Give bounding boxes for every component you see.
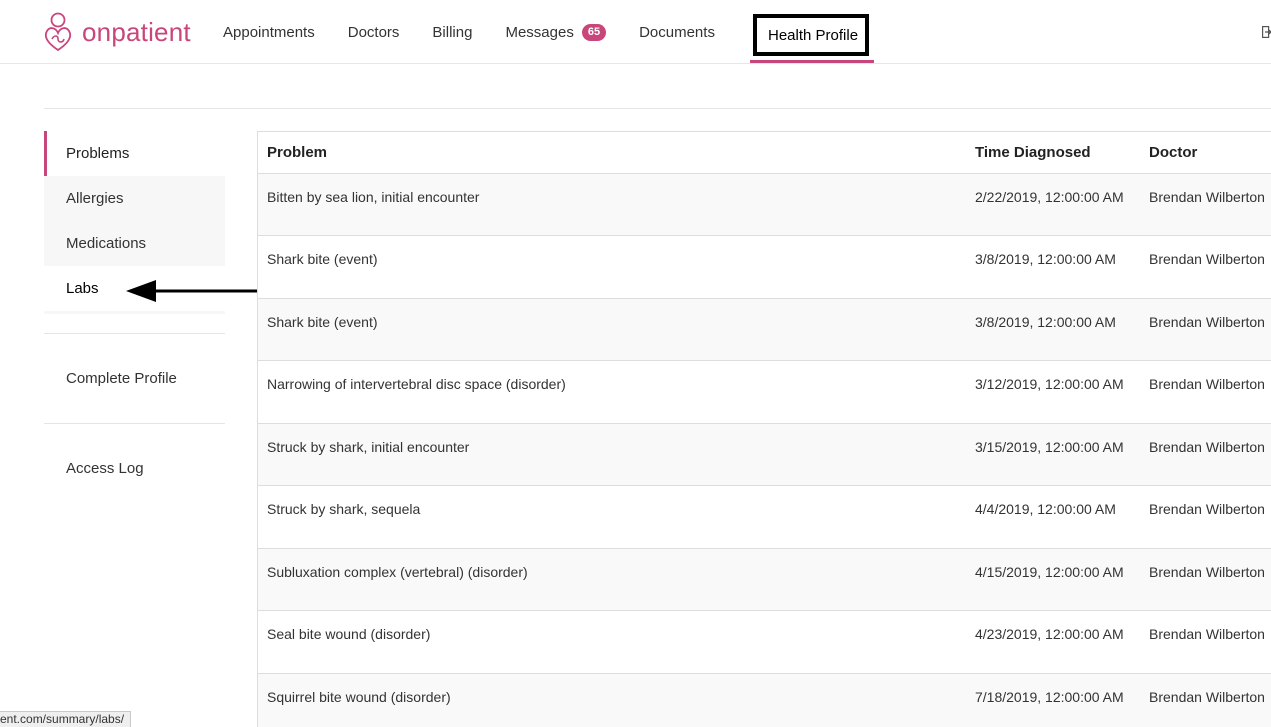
nav-messages[interactable]: Messages 65 (505, 23, 607, 41)
cell-problem: Seal bite wound (disorder) (258, 610, 962, 674)
cell-doctor: Brendan Wilberton (1149, 610, 1271, 674)
sidebar: Problems Allergies Medications Labs Comp… (44, 131, 225, 491)
cell-problem: Shark bite (event) (258, 235, 962, 299)
sidebar-item-label: Access Log (66, 460, 144, 477)
status-bar-url: ent.com/summary/labs/ (0, 711, 132, 727)
table-row[interactable]: Squirrel bite wound (disorder) 7/18/2019… (258, 673, 1271, 727)
content-divider (44, 108, 1271, 109)
nav-label: Health Profile (768, 26, 859, 44)
problems-table-container: Problem Time Diagnosed Doctor Bitten by … (257, 131, 1271, 727)
logout-icon[interactable] (1262, 26, 1271, 38)
sidebar-item-label: Problems (66, 145, 130, 162)
cell-problem: Bitten by sea lion, initial encounter (258, 173, 962, 236)
cell-time-diagnosed: 4/15/2019, 12:00:00 AM (962, 548, 1149, 611)
nav-label: Appointments (223, 23, 315, 41)
sidebar-item-access-log[interactable]: Access Log (44, 446, 225, 491)
cell-problem: Shark bite (event) (258, 298, 962, 361)
cell-doctor: Brendan Wilberton (1149, 360, 1271, 424)
sidebar-item-allergies[interactable]: Allergies (44, 176, 225, 221)
cell-doctor: Brendan Wilberton (1149, 485, 1271, 549)
cell-doctor: Brendan Wilberton (1149, 235, 1271, 299)
cell-time-diagnosed: 7/18/2019, 12:00:00 AM (962, 673, 1149, 727)
table-row[interactable]: Struck by shark, sequela 4/4/2019, 12:00… (258, 485, 1271, 549)
cell-time-diagnosed: 3/8/2019, 12:00:00 AM (962, 298, 1149, 361)
sidebar-item-label: Allergies (66, 190, 124, 207)
nav-doctors[interactable]: Doctors (348, 24, 400, 41)
cell-problem: Subluxation complex (vertebral) (disorde… (258, 548, 962, 611)
cell-problem: Squirrel bite wound (disorder) (258, 673, 962, 727)
table-row[interactable]: Shark bite (event) 3/8/2019, 12:00:00 AM… (258, 235, 1271, 299)
table-row[interactable]: Struck by shark, initial encounter 3/15/… (258, 423, 1271, 486)
column-header-time-diagnosed[interactable]: Time Diagnosed (962, 132, 1149, 174)
brand-name: onpatient (82, 16, 191, 47)
cell-time-diagnosed: 2/22/2019, 12:00:00 AM (962, 173, 1149, 236)
cell-time-diagnosed: 3/12/2019, 12:00:00 AM (962, 360, 1149, 424)
nav-label: Doctors (347, 23, 400, 41)
cell-doctor: Brendan Wilberton (1149, 548, 1271, 611)
cell-doctor: Brendan Wilberton (1149, 673, 1271, 727)
onpatient-logo-icon (44, 12, 72, 52)
cell-problem: Narrowing of intervertebral disc space (… (258, 360, 962, 424)
table-row[interactable]: Subluxation complex (vertebral) (disorde… (258, 548, 1271, 611)
cell-doctor: Brendan Wilberton (1149, 423, 1271, 486)
nav-documents[interactable]: Documents (639, 24, 715, 41)
cell-time-diagnosed: 4/23/2019, 12:00:00 AM (962, 610, 1149, 674)
table-header-row: Problem Time Diagnosed Doctor (258, 132, 1271, 174)
problems-table: Problem Time Diagnosed Doctor Bitten by … (258, 132, 1271, 727)
nav-health-profile[interactable]: Health Profile (750, 14, 874, 63)
sidebar-item-label: Medications (66, 235, 147, 252)
nav-billing[interactable]: Billing (432, 24, 472, 41)
cell-time-diagnosed: 3/15/2019, 12:00:00 AM (962, 423, 1149, 486)
cell-problem: Struck by shark, initial encounter (258, 423, 962, 486)
column-header-problem[interactable]: Problem (258, 132, 962, 174)
nav-label: Billing (432, 23, 473, 41)
sidebar-divider (44, 333, 225, 334)
table-row[interactable]: Bitten by sea lion, initial encounter 2/… (258, 173, 1271, 236)
top-navigation-bar: onpatient Appointments Doctors Billing M… (0, 0, 1271, 64)
cell-doctor: Brendan Wilberton (1149, 173, 1271, 236)
sidebar-item-medications[interactable]: Medications (44, 221, 225, 266)
brand-logo[interactable]: onpatient (42, 12, 191, 52)
cell-time-diagnosed: 3/8/2019, 12:00:00 AM (962, 235, 1149, 299)
table-row[interactable]: Shark bite (event) 3/8/2019, 12:00:00 AM… (258, 298, 1271, 361)
table-row[interactable]: Seal bite wound (disorder) 4/23/2019, 12… (258, 610, 1271, 674)
nav-label: Messages (505, 23, 574, 41)
active-tab-indicator (750, 60, 874, 63)
sidebar-item-label: Complete Profile (66, 370, 177, 387)
cell-problem: Struck by shark, sequela (258, 485, 962, 549)
nav-appointments[interactable]: Appointments (223, 24, 315, 41)
sidebar-item-label: Labs (66, 280, 99, 297)
sidebar-item-complete-profile[interactable]: Complete Profile (44, 356, 225, 401)
cell-time-diagnosed: 4/4/2019, 12:00:00 AM (962, 485, 1149, 549)
cell-doctor: Brendan Wilberton (1149, 298, 1271, 361)
sidebar-item-problems[interactable]: Problems (44, 131, 225, 176)
sidebar-divider (44, 423, 225, 424)
highlight-box: Health Profile (753, 14, 869, 56)
main-nav: Appointments Doctors Billing Messages 65… (223, 0, 748, 64)
nav-label: Documents (639, 23, 715, 41)
messages-count-badge: 65 (581, 23, 607, 41)
column-header-doctor[interactable]: Doctor (1149, 132, 1271, 174)
table-row[interactable]: Narrowing of intervertebral disc space (… (258, 360, 1271, 424)
